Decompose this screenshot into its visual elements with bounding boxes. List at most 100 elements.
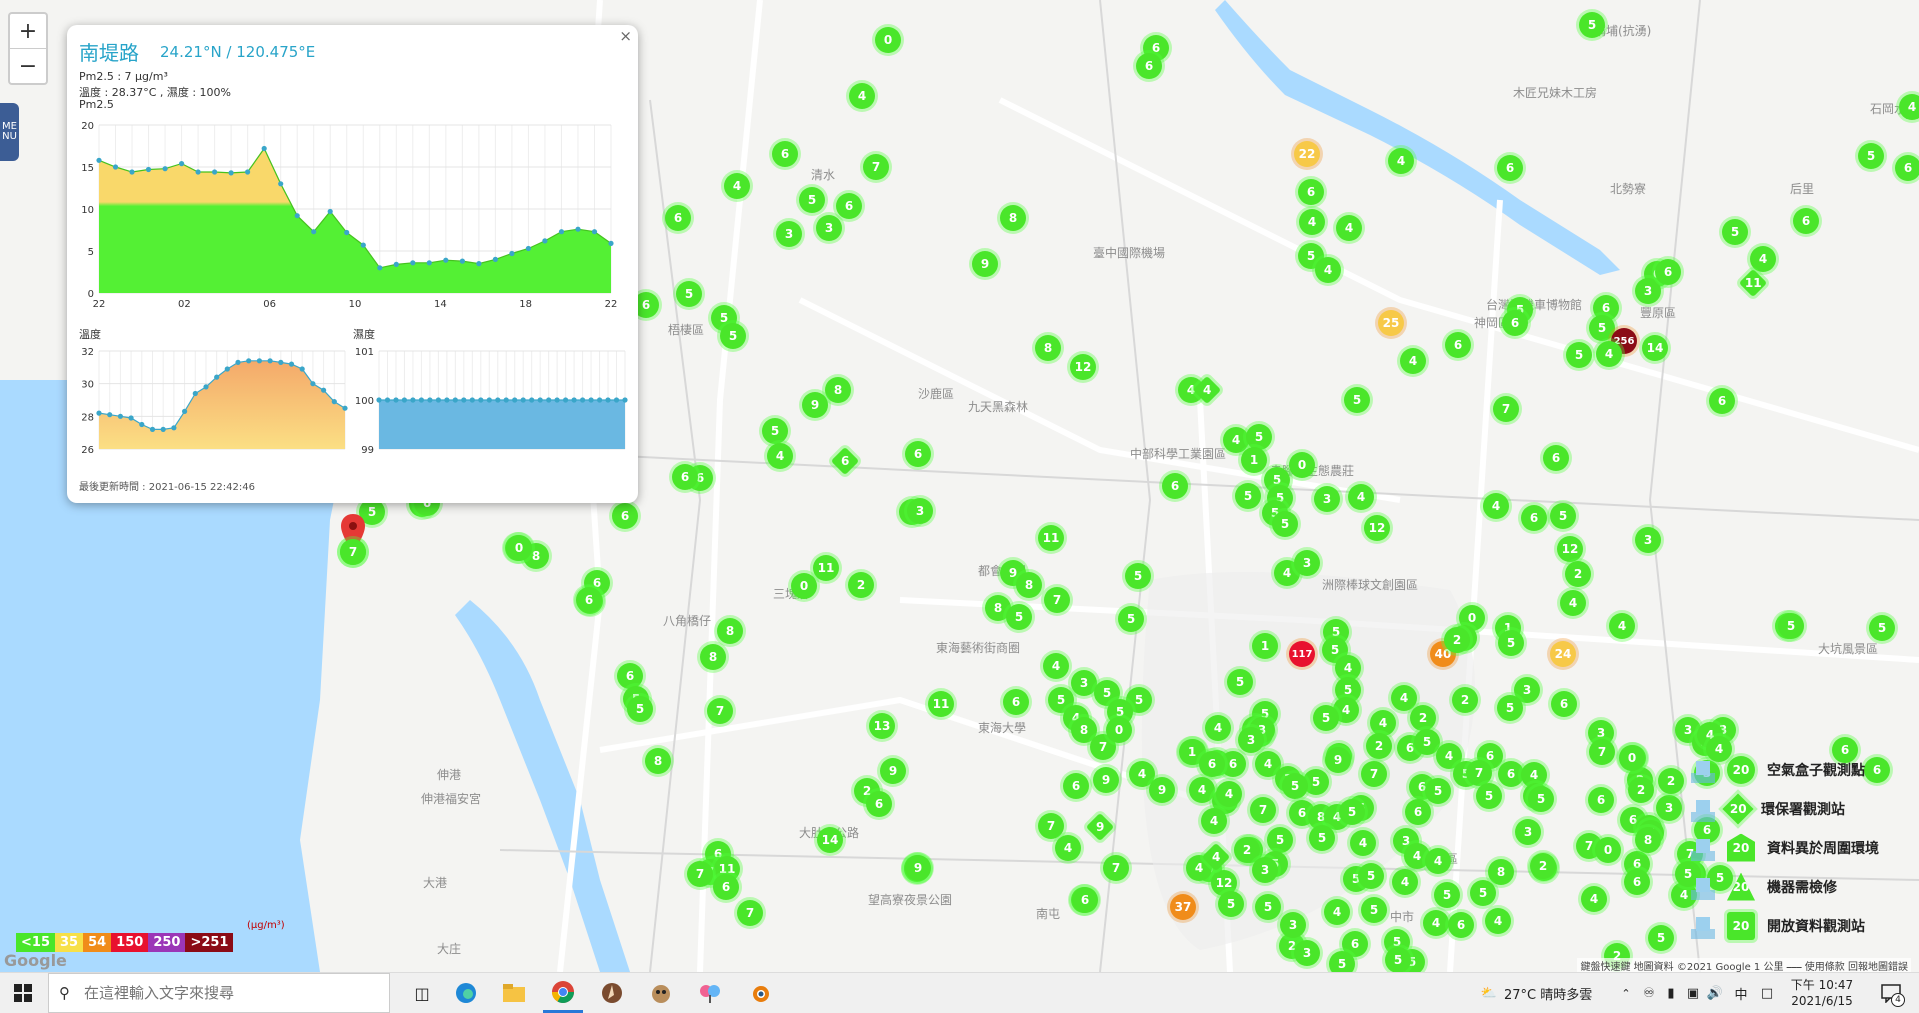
station-marker[interactable]: 4: [1899, 94, 1919, 120]
station-marker[interactable]: 5: [720, 323, 746, 349]
station-marker[interactable]: 4: [1043, 653, 1069, 679]
station-marker[interactable]: 5: [1218, 891, 1244, 917]
station-marker[interactable]: 5: [1329, 951, 1355, 972]
station-marker[interactable]: 1: [1241, 447, 1267, 473]
station-marker[interactable]: 6: [1405, 799, 1431, 825]
station-marker[interactable]: 5: [1385, 947, 1411, 972]
station-marker[interactable]: 5: [1235, 483, 1261, 509]
station-marker[interactable]: 0: [791, 573, 817, 599]
station-marker[interactable]: 5: [1579, 12, 1605, 38]
station-marker[interactable]: 7: [1103, 855, 1129, 881]
zoom-control[interactable]: + −: [8, 12, 48, 85]
station-marker[interactable]: 7: [1044, 587, 1070, 613]
station-marker[interactable]: 12: [1557, 536, 1583, 562]
station-marker[interactable]: 5: [799, 187, 825, 213]
station-marker[interactable]: 4: [1370, 710, 1396, 736]
station-marker[interactable]: 22: [1294, 141, 1320, 167]
station-marker[interactable]: 4: [1315, 257, 1341, 283]
legend-row[interactable]: 20 機器需檢修: [1687, 867, 1907, 906]
ime-indicator[interactable]: 中: [1730, 973, 1752, 1013]
station-marker[interactable]: 6: [905, 441, 931, 467]
station-marker[interactable]: 8: [1635, 827, 1661, 853]
station-marker[interactable]: 5: [1434, 882, 1460, 908]
station-marker[interactable]: 4: [1350, 830, 1376, 856]
station-marker[interactable]: 5: [1470, 880, 1496, 906]
station-marker[interactable]: 5: [1869, 615, 1895, 641]
station-marker[interactable]: 6: [1588, 787, 1614, 813]
station-marker[interactable]: 9: [905, 855, 931, 881]
station-marker[interactable]: 0: [1619, 745, 1645, 771]
station-marker[interactable]: 4: [724, 173, 750, 199]
station-marker[interactable]: 6: [1136, 53, 1162, 79]
station-marker[interactable]: 25: [1378, 310, 1404, 336]
clock[interactable]: 下午 10:47 2021/6/15: [1784, 973, 1860, 1013]
start-button[interactable]: [0, 973, 46, 1013]
station-marker[interactable]: 6: [1445, 332, 1471, 358]
taskbar-search[interactable]: ⚲: [48, 973, 390, 1013]
ime-mode-icon[interactable]: □: [1756, 973, 1778, 1013]
search-input[interactable]: [82, 983, 356, 1003]
notification-icon[interactable]: 4: [1872, 973, 1912, 1013]
station-marker[interactable]: 5: [1313, 705, 1339, 731]
station-marker[interactable]: 5: [1339, 799, 1365, 825]
legend-row[interactable]: 20 空氣盒子觀測點: [1687, 750, 1907, 789]
station-marker[interactable]: 6: [1655, 259, 1681, 285]
station-marker[interactable]: 6: [665, 205, 691, 231]
zoom-out-button[interactable]: −: [10, 48, 46, 83]
station-marker[interactable]: 6: [836, 193, 862, 219]
station-marker[interactable]: 2: [1452, 687, 1478, 713]
station-marker[interactable]: 2: [1366, 733, 1392, 759]
station-marker[interactable]: 4: [1609, 613, 1635, 639]
station-marker[interactable]: 6: [1895, 155, 1919, 181]
station-marker[interactable]: 8: [1016, 572, 1042, 598]
station-marker[interactable]: 5: [1282, 773, 1308, 799]
station-marker[interactable]: 7: [1250, 797, 1276, 823]
station-marker[interactable]: 5: [1309, 825, 1335, 851]
station-marker[interactable]: 6: [612, 503, 638, 529]
station-marker[interactable]: 8: [1035, 335, 1061, 361]
station-marker[interactable]: 9: [880, 758, 906, 784]
station-marker[interactable]: 2: [1530, 853, 1556, 879]
station-marker[interactable]: 4: [1485, 908, 1511, 934]
station-marker[interactable]: 5: [627, 696, 653, 722]
menu-tab[interactable]: MENU: [0, 103, 19, 161]
station-marker[interactable]: 4: [1205, 715, 1231, 741]
app-icon-1[interactable]: [592, 973, 632, 1013]
station-marker[interactable]: 7: [737, 900, 763, 926]
edge-icon[interactable]: [446, 973, 486, 1013]
station-marker-selected[interactable]: 5.97: [340, 539, 366, 565]
station-marker[interactable]: 4: [1299, 209, 1325, 235]
station-marker[interactable]: 6: [866, 791, 892, 817]
weather-text[interactable]: 27°C 晴時多雲: [1504, 973, 1614, 1013]
station-marker[interactable]: 6: [1497, 155, 1523, 181]
station-marker[interactable]: 4: [1596, 341, 1622, 367]
station-marker[interactable]: 5: [1476, 783, 1502, 809]
station-marker[interactable]: 3: [1294, 940, 1320, 966]
station-marker[interactable]: 6: [1624, 869, 1650, 895]
station-marker[interactable]: 9: [1093, 767, 1119, 793]
map-canvas[interactable]: 牛購埔(抗湧) 木匠兄妹木工房 臺中國際機場 清水 梧棲區 沙鹿區 神岡區 豐原區 台灣汽機車博…: [0, 0, 1919, 972]
station-marker[interactable]: 4: [849, 83, 875, 109]
station-marker[interactable]: 7: [863, 154, 889, 180]
station-marker[interactable]: 4: [1423, 910, 1449, 936]
station-marker[interactable]: 6: [1543, 445, 1569, 471]
station-marker[interactable]: 3: [1656, 795, 1682, 821]
station-marker[interactable]: 0: [875, 27, 901, 53]
legend-row[interactable]: 20 開放資料觀測站: [1687, 906, 1907, 945]
station-marker[interactable]: 6: [772, 141, 798, 167]
station-marker[interactable]: 12: [1364, 515, 1390, 541]
station-marker[interactable]: 8: [825, 377, 851, 403]
station-marker[interactable]: 2: [848, 572, 874, 598]
station-marker[interactable]: 5: [1227, 669, 1253, 695]
station-marker[interactable]: 14: [817, 827, 843, 853]
station-marker[interactable]: 0: [1289, 452, 1315, 478]
station-marker[interactable]: 7: [1361, 761, 1387, 787]
app-icon-2[interactable]: [641, 973, 681, 1013]
station-marker[interactable]: 3: [1294, 550, 1320, 576]
station-marker[interactable]: 4: [1483, 493, 1509, 519]
chevron-up-icon[interactable]: ⌃: [1615, 973, 1637, 1013]
station-marker[interactable]: 5: [1246, 424, 1272, 450]
station-marker[interactable]: 2: [1565, 561, 1591, 587]
station-marker[interactable]: 117: [1289, 641, 1315, 667]
station-marker[interactable]: 5: [1255, 894, 1281, 920]
